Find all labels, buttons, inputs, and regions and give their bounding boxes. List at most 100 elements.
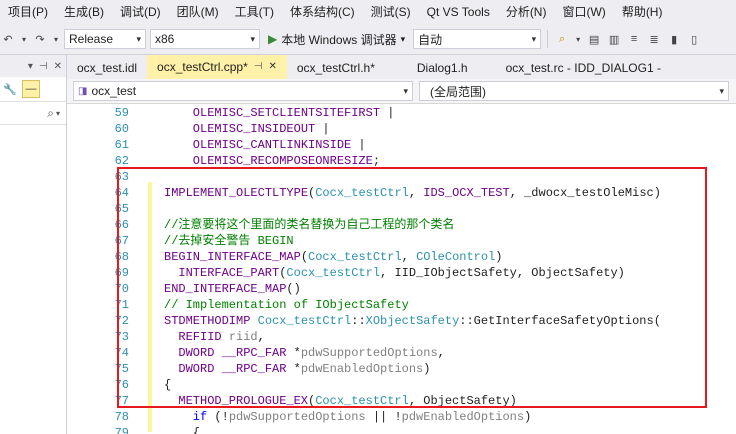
code-token: REFIID: [178, 330, 222, 344]
wrench-icon[interactable]: 🔧: [2, 81, 18, 97]
scope-select[interactable]: (全局范围) ▾: [419, 81, 729, 101]
tab-document[interactable]: Dialog1.h: [385, 57, 478, 79]
code-token: //去掉安全警告 BEGIN: [164, 234, 294, 248]
code-token: // Implementation of IObjectSafety: [164, 298, 409, 312]
line-number: 75: [114, 362, 129, 376]
code-line: 70 END_INTERFACE_MAP(): [67, 281, 736, 297]
find-icon[interactable]: ⌕: [554, 31, 570, 47]
close-icon[interactable]: ✕: [268, 55, 276, 79]
navigation-bar: ◨ ocx_test ▾ (全局范围) ▾: [67, 79, 736, 104]
chevron-down-icon[interactable]: ▾: [52, 31, 60, 47]
code-editor[interactable]: 59 OLEMISC_SETCLIENTSITEFIRST | 60 OLEMISC_…: [67, 104, 736, 434]
tab-label: Dialog1.h: [416, 61, 468, 75]
panel-tools: 🔧 —: [0, 77, 66, 102]
menu-item[interactable]: 团队(M): [169, 0, 227, 24]
code-token: (: [300, 250, 309, 264]
menu-item[interactable]: 工具(T): [227, 0, 282, 24]
next-bookmark-icon[interactable]: ▯: [686, 31, 702, 47]
chevron-down-icon[interactable]: ▾: [20, 31, 28, 47]
code-token: if: [192, 410, 208, 424]
code-token: ,: [509, 186, 525, 200]
search-icon: ⌕: [47, 105, 54, 120]
tab-document[interactable]: ocx_testCtrl.cpp* ⊣ ✕: [147, 55, 287, 79]
line-number: 64: [114, 186, 129, 200]
change-indicator: [148, 182, 152, 432]
menu-item[interactable]: 体系结构(C): [282, 0, 363, 24]
tab-document[interactable]: ocx_test.idl: [67, 57, 147, 79]
line-number: 59: [114, 106, 129, 120]
code-token: *: [286, 362, 301, 376]
menu-item[interactable]: 帮助(H): [614, 0, 671, 24]
code-line: 69 INTERFACE_PART(Cocx_testCtrl, IID_IObj…: [67, 265, 736, 281]
uncomment-icon[interactable]: ≡: [626, 31, 642, 47]
code-line: 61 OLEMISC_CANTLINKINSIDE |: [67, 137, 736, 153]
document-tabs: ocx_test.idl ocx_testCtrl.cpp* ⊣ ✕ ocx_testC…: [67, 55, 736, 79]
code-token: DWORD: [178, 346, 215, 360]
undo-icon[interactable]: ↶: [0, 31, 16, 47]
configuration-select[interactable]: Release ▾: [64, 29, 146, 49]
menu-item[interactable]: 窗口(W): [554, 0, 613, 24]
chevron-down-icon[interactable]: ▾: [574, 31, 582, 47]
code-line: 71 // Implementation of IObjectSafety: [67, 297, 736, 313]
code-line: 72 STDMETHODIMP Cocx_testCtrl::XObjectSaf…: [67, 313, 736, 329]
debugger-label: 本地 Windows 调试器: [281, 32, 397, 47]
code-line: 76 {: [67, 377, 736, 393]
menu-item[interactable]: 项目(P): [0, 0, 56, 24]
solution-explorer-icon[interactable]: ▤: [586, 31, 602, 47]
pin-icon[interactable]: ⊣: [254, 55, 263, 79]
start-debugger-button[interactable]: ▶ 本地 Windows 调试器 ▾: [264, 29, 409, 49]
menu-item[interactable]: 分析(N): [498, 0, 555, 24]
chevron-down-icon: ▾: [400, 33, 406, 44]
code-token: XObjectSafety: [365, 314, 460, 328]
code-line: 66 //注意要将这个里面的类名替换为自己工程的那个类名: [67, 217, 736, 233]
code-text: DWORD __RPC_FAR *pdwEnabledOptions): [178, 361, 430, 377]
mode-select[interactable]: 自动 ▾: [413, 29, 542, 49]
collapse-icon[interactable]: —: [22, 80, 40, 98]
redo-icon[interactable]: ↷: [32, 31, 48, 47]
platform-select[interactable]: x86 ▾: [150, 29, 260, 49]
comment-icon[interactable]: ≣: [646, 31, 662, 47]
code-text: // Implementation of IObjectSafety: [164, 297, 409, 313]
line-number: 60: [114, 122, 129, 136]
menu-item[interactable]: 调试(D): [112, 0, 169, 24]
code-token: *: [286, 346, 301, 360]
bookmark-icon[interactable]: ▮: [666, 31, 682, 47]
menu-item[interactable]: 测试(S): [363, 0, 419, 24]
code-text: {: [164, 377, 171, 393]
tab-document[interactable]: ocx_testCtrl.h*: [287, 57, 385, 79]
pin-icon[interactable]: ⊣: [39, 61, 48, 72]
code-token: ,: [408, 186, 424, 200]
code-text: {: [193, 425, 200, 434]
code-token: (): [286, 282, 301, 296]
menu-item[interactable]: 生成(B): [56, 0, 112, 24]
chevron-down-icon[interactable]: ▾: [28, 61, 33, 72]
code-text: STDMETHODIMP Cocx_testCtrl::XObjectSafet…: [164, 313, 661, 329]
code-text: OLEMISC_RECOMPOSEONRESIZE;: [193, 153, 380, 169]
code-token: METHOD_PROLOGUE_EX: [178, 394, 309, 408]
properties-icon[interactable]: ▥: [606, 31, 622, 47]
close-icon[interactable]: ✕: [54, 61, 62, 72]
code-token: pdwSupportedOptions: [228, 410, 366, 424]
mode-value: 自动: [418, 32, 443, 47]
code-line: 63: [67, 169, 736, 185]
panel-search[interactable]: ⌕ ▾: [0, 102, 66, 125]
line-number: 73: [114, 330, 129, 344]
code-text: INTERFACE_PART(Cocx_testCtrl, IID_IObjec…: [178, 265, 625, 281]
code-token: pdwEnabledOptions: [401, 410, 525, 424]
panel-header: ▾ ⊣ ✕: [0, 55, 66, 77]
play-icon: ▶: [268, 32, 278, 46]
code-token: Cocx_testCtrl: [257, 314, 352, 328]
chevron-down-icon: ▾: [531, 33, 537, 44]
code-token: ): [524, 410, 532, 424]
code-line: 77 METHOD_PROLOGUE_EX(Cocx_testCtrl, Obje…: [67, 393, 736, 409]
code-token: , IID_IObjectSafety, ObjectSafety): [380, 266, 625, 280]
toolbar-separator: [547, 30, 549, 48]
code-token: __RPC_FAR: [221, 362, 287, 376]
code-token: ;: [372, 154, 381, 168]
tab-document[interactable]: ocx_test.rc - IDD_DIALOG1 -: [478, 57, 671, 79]
platform-value: x86: [155, 32, 175, 46]
menu-item[interactable]: Qt VS Tools: [419, 0, 498, 24]
project-select[interactable]: ◨ ocx_test ▾: [73, 81, 413, 101]
